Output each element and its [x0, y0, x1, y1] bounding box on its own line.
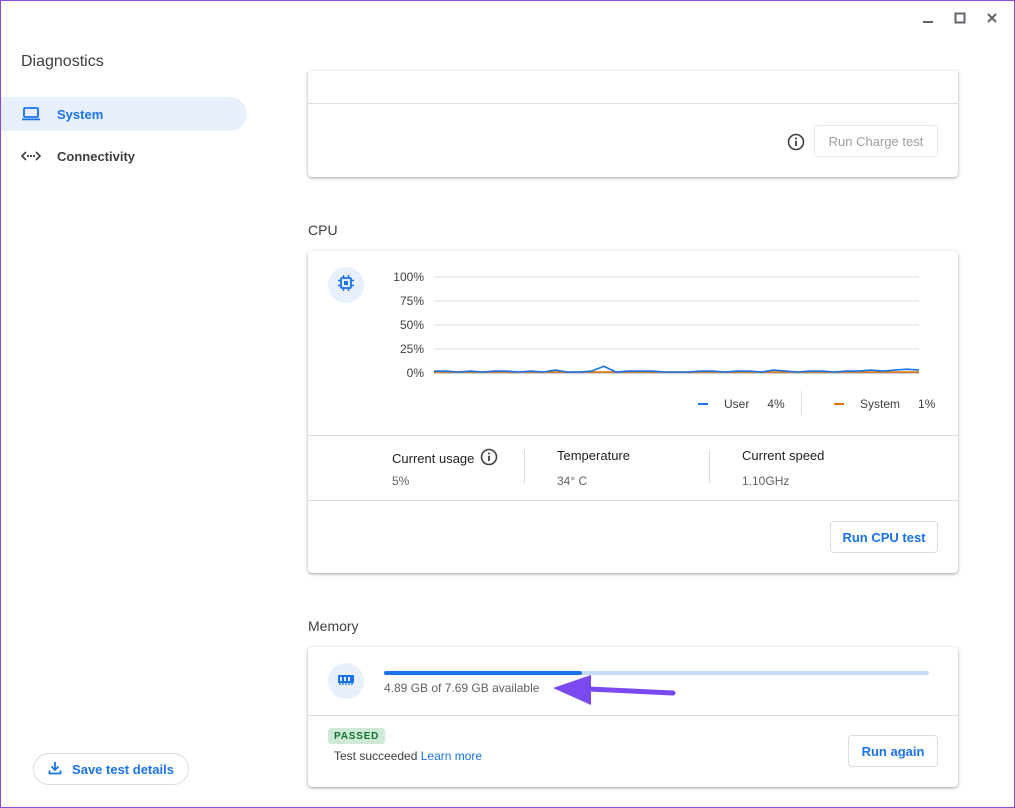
- app-title: Diagnostics: [21, 53, 104, 70]
- sidebar-item-label: Connectivity: [57, 148, 136, 164]
- series-line-user: [434, 365, 920, 373]
- memory-status: Test succeeded Learn more: [334, 749, 482, 763]
- sidebar-item-connectivity[interactable]: Connectivity: [1, 139, 247, 173]
- legend-system-value: 1%: [918, 397, 936, 411]
- window-controls: [914, 7, 1006, 29]
- connectivity-icon: [21, 146, 41, 166]
- stat-separator: [709, 450, 710, 484]
- legend-system-label: System: [860, 397, 901, 411]
- legend-system-swatch: [834, 403, 844, 405]
- annotation-arrow: [553, 675, 676, 705]
- memory-icon-circle: [328, 663, 364, 699]
- cpu-divider-bottom: [308, 500, 958, 501]
- status-badge: PASSED: [328, 728, 386, 744]
- memory-available-text: 4.89 GB of 7.69 GB available: [384, 681, 540, 695]
- temperature-value: 34° C: [557, 474, 588, 488]
- temperature-label: Temperature: [557, 448, 630, 463]
- legend-user-value: 4%: [767, 397, 785, 411]
- cpu-section-title: CPU: [308, 222, 338, 238]
- y-tick-label: 75%: [400, 294, 424, 308]
- legend-separator: [801, 391, 802, 415]
- current-usage-text: Current usage: [392, 451, 475, 466]
- sidebar-item-system[interactable]: System: [1, 97, 247, 131]
- memory-chip-icon: [337, 672, 355, 691]
- maximize-icon[interactable]: [946, 7, 974, 29]
- legend-system: System 1%: [834, 397, 935, 411]
- legend-user: User 4%: [698, 397, 785, 411]
- run-charge-test-button[interactable]: Run Charge test: [814, 125, 938, 157]
- y-tick-label: 50%: [400, 318, 424, 332]
- current-speed-label: Current speed: [742, 448, 825, 463]
- cpu-divider-top: [308, 435, 958, 436]
- info-icon[interactable]: [787, 133, 805, 156]
- cpu-card: 100% 75% 50% 25% 0% User 4% System 1% Curren…: [308, 251, 958, 573]
- run-cpu-test-button[interactable]: Run CPU test: [830, 521, 938, 553]
- sidebar-item-label: System: [57, 106, 104, 122]
- laptop-icon: [21, 104, 41, 124]
- info-icon[interactable]: [480, 448, 498, 469]
- learn-more-link[interactable]: Learn more: [421, 749, 482, 763]
- stat-separator: [524, 450, 525, 484]
- run-again-button[interactable]: Run again: [848, 735, 938, 767]
- diagnostics-window: Diagnostics System Connectivity Save tes…: [0, 0, 1015, 808]
- download-icon: [48, 761, 62, 778]
- save-test-details-button[interactable]: Save test details: [33, 753, 189, 785]
- y-tick-label: 0%: [407, 366, 425, 380]
- y-tick-label: 25%: [400, 342, 424, 356]
- battery-card: Run Charge test: [308, 71, 958, 177]
- y-tick-label: 100%: [393, 270, 424, 284]
- current-speed-value: 1.10GHz: [742, 474, 790, 488]
- battery-divider: [308, 103, 958, 104]
- legend-user-swatch: [698, 403, 708, 405]
- current-usage-value: 5%: [392, 474, 410, 488]
- cpu-usage-chart: 100% 75% 50% 25% 0%: [308, 251, 958, 391]
- current-usage-label: Current usage: [392, 448, 498, 469]
- legend-user-label: User: [724, 397, 750, 411]
- close-icon[interactable]: [978, 7, 1006, 29]
- memory-status-text: Test succeeded: [334, 749, 418, 763]
- memory-section-title: Memory: [308, 618, 359, 634]
- save-test-details-label: Save test details: [72, 761, 174, 777]
- minimize-icon[interactable]: [914, 7, 942, 29]
